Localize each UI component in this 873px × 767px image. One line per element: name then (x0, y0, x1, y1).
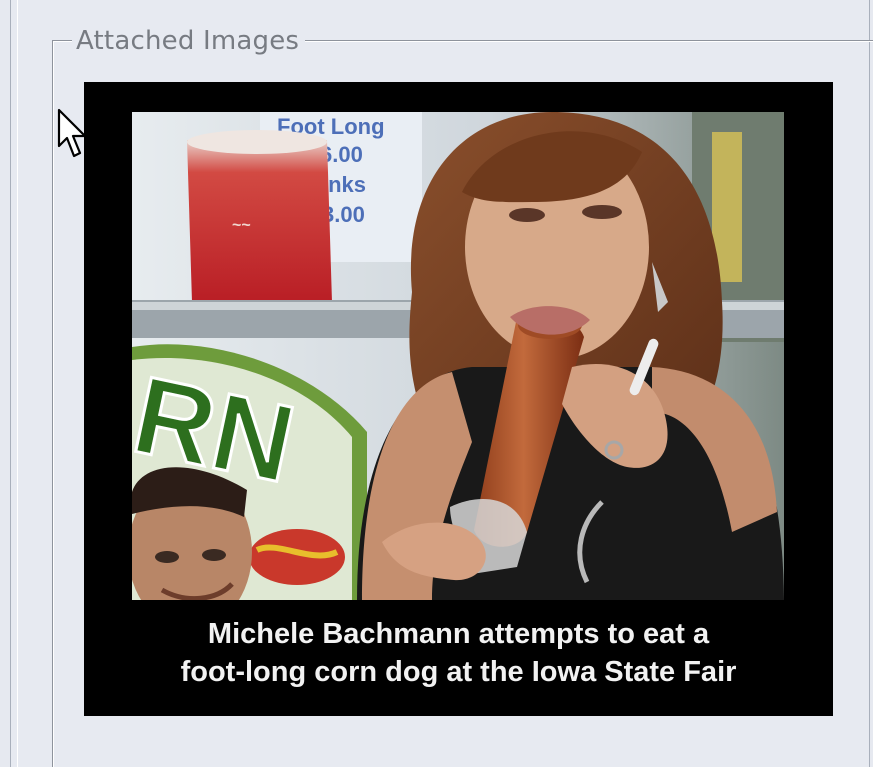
image-caption: Michele Bachmann attempts to eat a foot-… (84, 615, 833, 691)
caption-line-2: foot-long corn dog at the Iowa State Fai… (180, 656, 737, 688)
attached-image-thumbnail[interactable]: Foot Long 6.00 inks 3.00 ~~ RN Michele B… (84, 82, 833, 716)
mouse-pointer-icon (57, 108, 87, 158)
attached-images-page: Attached Images Foot Long 6.00 inks 3.00… (0, 0, 873, 767)
attached-images-legend: Attached Images (72, 24, 306, 58)
caption-line-1: Michele Bachmann attempts to eat a (207, 618, 710, 650)
photo-illustration: Foot Long 6.00 inks 3.00 ~~ RN (132, 112, 784, 600)
attached-photo: Foot Long 6.00 inks 3.00 ~~ RN (132, 112, 784, 600)
drink-cup (187, 140, 332, 302)
cup-label: ~~ (232, 217, 251, 234)
